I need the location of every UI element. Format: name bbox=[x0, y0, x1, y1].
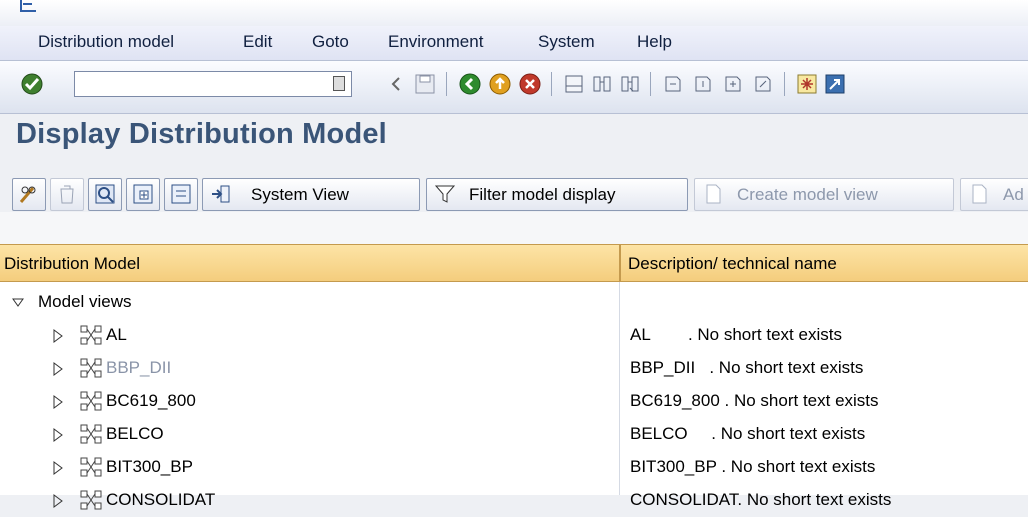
cancel-icon[interactable] bbox=[518, 72, 542, 96]
collapsed-triangle-icon[interactable] bbox=[52, 329, 64, 343]
column-divider bbox=[619, 282, 620, 495]
expanded-triangle-icon[interactable] bbox=[12, 296, 24, 310]
model-view-icon bbox=[80, 457, 102, 477]
magnifier-icon bbox=[95, 184, 115, 204]
tree-row-model-view[interactable]: BELCO BELCO . No short text exists bbox=[0, 418, 1028, 451]
expand-icon bbox=[133, 184, 153, 204]
back-green-icon[interactable] bbox=[458, 72, 482, 96]
column-distribution-model[interactable]: Distribution Model bbox=[4, 254, 140, 274]
tree-root-label: Model views bbox=[38, 292, 132, 311]
exit-icon[interactable] bbox=[488, 72, 512, 96]
tree-body: Model views AL AL . No short text exists B… bbox=[0, 282, 1028, 510]
system-view-label: System View bbox=[251, 185, 349, 204]
find-next-icon[interactable] bbox=[618, 72, 642, 96]
save-icon[interactable] bbox=[413, 72, 437, 96]
toolbar-separator bbox=[446, 72, 447, 96]
new-document-icon bbox=[706, 184, 721, 204]
menu-goto[interactable]: Goto bbox=[312, 32, 349, 52]
model-view-name: BBP_DII bbox=[106, 358, 172, 377]
menu-edit[interactable]: Edit bbox=[243, 32, 272, 52]
model-view-icon bbox=[80, 391, 102, 411]
table-header: Distribution Model Description/ technica… bbox=[0, 244, 1028, 282]
previous-page-icon[interactable] bbox=[691, 72, 715, 96]
model-view-description: CONSOLIDAT. No short text exists bbox=[630, 490, 892, 509]
model-view-description: AL . No short text exists bbox=[630, 325, 842, 344]
find-icon[interactable] bbox=[590, 72, 614, 96]
command-history-icon[interactable] bbox=[333, 76, 345, 91]
filter-model-display-button[interactable]: Filter model display bbox=[426, 178, 688, 211]
toolbar-separator bbox=[551, 72, 552, 96]
shortcut-icon[interactable] bbox=[823, 72, 847, 96]
display-details-button[interactable] bbox=[88, 178, 122, 211]
model-view-icon bbox=[80, 358, 102, 378]
pencil-glasses-icon bbox=[19, 186, 36, 203]
collapsed-triangle-icon[interactable] bbox=[52, 428, 64, 442]
window-menu-icon[interactable] bbox=[20, 0, 38, 12]
menu-bar: Distribution model Edit Goto Environment… bbox=[0, 26, 1028, 60]
model-view-description: BBP_DII . No short text exists bbox=[630, 358, 864, 377]
model-view-name: BIT300_BP bbox=[106, 457, 193, 476]
menu-distribution-model[interactable]: Distribution model bbox=[38, 32, 174, 52]
model-view-name: AL bbox=[106, 325, 127, 344]
system-view-button[interactable]: System View bbox=[202, 178, 420, 211]
command-field[interactable] bbox=[74, 71, 352, 97]
page-title: Display Distribution Model bbox=[16, 118, 387, 150]
create-model-view-button[interactable]: Create model view bbox=[694, 178, 954, 211]
trash-icon bbox=[60, 185, 74, 204]
tree-row-model-view[interactable]: BBP_DII BBP_DII . No short text exists bbox=[0, 352, 1028, 385]
change-display-button[interactable] bbox=[12, 178, 46, 211]
add-button[interactable]: Ad bbox=[960, 178, 1028, 211]
collapse-all-button[interactable] bbox=[164, 178, 198, 211]
model-view-description: BC619_800 . No short text exists bbox=[630, 391, 879, 410]
next-page-icon[interactable] bbox=[721, 72, 745, 96]
collapse-icon bbox=[171, 184, 191, 204]
menu-environment[interactable]: Environment bbox=[388, 32, 483, 52]
model-view-icon bbox=[80, 424, 102, 444]
collapsed-triangle-icon[interactable] bbox=[52, 395, 64, 409]
tree-row-model-view[interactable]: BC619_800 BC619_800 . No short text exist… bbox=[0, 385, 1028, 418]
filter-icon bbox=[434, 185, 456, 203]
model-view-icon bbox=[80, 490, 102, 510]
toolbar-separator bbox=[650, 72, 651, 96]
collapsed-triangle-icon[interactable] bbox=[52, 494, 64, 508]
system-view-icon bbox=[212, 185, 230, 203]
filter-model-display-label: Filter model display bbox=[469, 185, 616, 204]
tree-root-model-views[interactable]: Model views bbox=[0, 286, 1028, 319]
new-document-icon bbox=[972, 184, 987, 204]
model-view-icon bbox=[80, 325, 102, 345]
back-arrow-icon[interactable] bbox=[385, 72, 409, 96]
expand-all-button[interactable] bbox=[126, 178, 160, 211]
window-title-strip bbox=[0, 0, 1028, 26]
model-view-name: BELCO bbox=[106, 424, 164, 443]
model-view-description: BIT300_BP . No short text exists bbox=[630, 457, 876, 476]
model-view-name: CONSOLIDAT bbox=[106, 490, 216, 509]
model-view-description: BELCO . No short text exists bbox=[630, 424, 866, 443]
toolbar-separator bbox=[784, 72, 785, 96]
last-page-icon[interactable] bbox=[751, 72, 775, 96]
add-label: Ad bbox=[1003, 185, 1024, 204]
delete-button[interactable] bbox=[50, 178, 84, 211]
tree-row-model-view[interactable]: CONSOLIDAT CONSOLIDAT. No short text exis… bbox=[0, 484, 1028, 517]
model-view-name: BC619_800 bbox=[106, 391, 196, 410]
menu-help[interactable]: Help bbox=[637, 32, 672, 52]
tree-row-model-view[interactable]: BIT300_BP BIT300_BP . No short text exist… bbox=[0, 451, 1028, 484]
first-page-icon[interactable] bbox=[661, 72, 685, 96]
command-input[interactable] bbox=[75, 72, 323, 94]
tree-row-model-view[interactable]: AL AL . No short text exists bbox=[0, 319, 1028, 352]
column-resize-handle[interactable] bbox=[619, 244, 621, 282]
collapsed-triangle-icon[interactable] bbox=[52, 362, 64, 376]
create-session-icon[interactable] bbox=[795, 72, 819, 96]
create-model-view-label: Create model view bbox=[737, 185, 878, 204]
column-description[interactable]: Description/ technical name bbox=[628, 254, 837, 274]
collapsed-triangle-icon[interactable] bbox=[52, 461, 64, 475]
spacer bbox=[0, 212, 1028, 244]
menu-system[interactable]: System bbox=[538, 32, 595, 52]
print-icon[interactable] bbox=[562, 72, 586, 96]
enter-icon[interactable] bbox=[20, 72, 44, 96]
